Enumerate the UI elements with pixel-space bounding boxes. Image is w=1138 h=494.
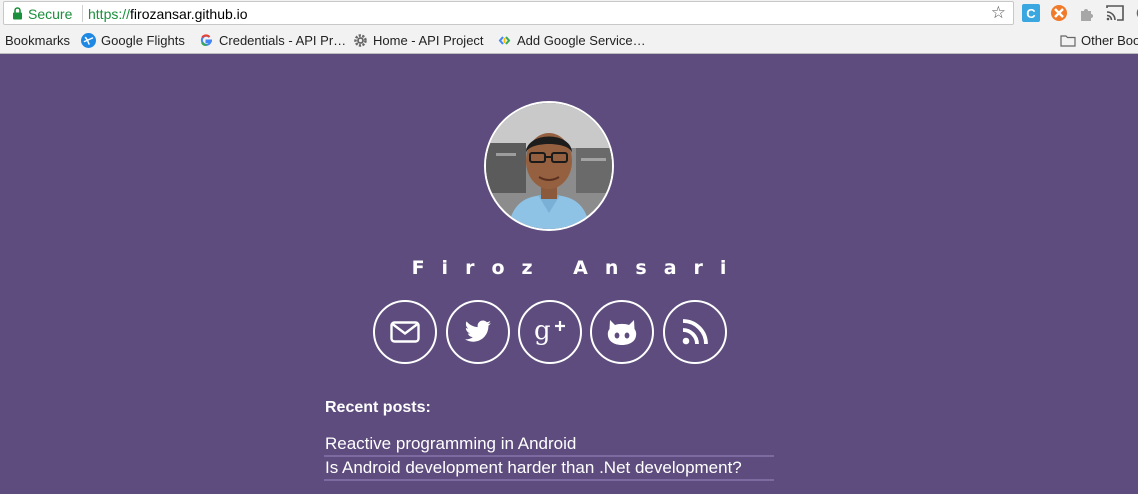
github-icon (607, 320, 637, 345)
bookmarks-label-text: Bookmarks (5, 33, 71, 48)
twitter-button[interactable] (446, 300, 510, 364)
puzzle-extension-icon[interactable] (1078, 4, 1096, 22)
post-link[interactable]: Is Android development harder than .Net … (324, 457, 774, 481)
google-plus-icon: g (534, 317, 565, 346)
c-extension-icon[interactable]: C (1022, 4, 1040, 22)
rss-button[interactable] (663, 300, 727, 364)
bookmarks-label[interactable]: Bookmarks (5, 33, 70, 48)
star-outline-icon[interactable]: ☆ (991, 4, 1006, 22)
profile-name: Firoz Ansari (411, 257, 744, 279)
security-label: Secure (28, 6, 73, 22)
url-scheme: https:// (88, 6, 131, 22)
rss-icon (682, 319, 708, 345)
flights-icon (81, 33, 96, 48)
bookmark-home-api-project[interactable]: Home - API Project (353, 33, 484, 48)
bookmark-add-google-services[interactable]: Add Google Service… (497, 33, 646, 48)
bookmark-label: Google Flights (101, 33, 185, 48)
bookmark-label: Credentials - API Pr… (219, 33, 347, 48)
bookmark-google-flights[interactable]: Google Flights (81, 33, 185, 48)
orange-extension-icon[interactable] (1050, 4, 1068, 22)
svg-text:g: g (534, 317, 551, 346)
google-icon (200, 34, 213, 46)
svg-text:C: C (1026, 6, 1036, 21)
folder-icon (1060, 35, 1076, 47)
browser-toolbar: Secure https://firozansar.github.io ☆ C (0, 0, 1138, 27)
url-text[interactable]: https://firozansar.github.io (88, 6, 248, 22)
bookmark-label: Home - API Project (373, 33, 484, 48)
cast-icon[interactable] (1106, 4, 1124, 22)
google-services-icon (498, 36, 511, 45)
bookmarks-bar: Bookmarks Google Flights Credentials - A… (0, 27, 1138, 54)
other-bookmarks-label: Other Boo (1081, 33, 1138, 48)
gear-icon (354, 34, 367, 47)
post-link[interactable]: Reactive programming in Android (324, 433, 774, 457)
github-button[interactable] (590, 300, 654, 364)
avatar (484, 101, 614, 231)
profile-photo (486, 103, 612, 229)
divider (82, 5, 83, 22)
page-content: Firoz Ansari g Recent posts: Reactive pr… (0, 55, 1138, 494)
envelope-icon (390, 321, 420, 343)
twitter-icon (464, 320, 491, 342)
lock-icon (13, 7, 22, 20)
url-host: firozansar.github.io (130, 6, 248, 22)
address-bar[interactable]: Secure https://firozansar.github.io ☆ (3, 1, 1014, 25)
bookmark-label: Add Google Service… (517, 33, 646, 48)
bookmark-credentials[interactable]: Credentials - API Pr… (199, 33, 346, 48)
recent-posts-heading: Recent posts: (325, 399, 431, 416)
google-plus-button[interactable]: g (518, 300, 582, 364)
email-button[interactable] (373, 300, 437, 364)
other-bookmarks[interactable]: Other Boo (1060, 33, 1138, 48)
menu-icon[interactable] (1131, 4, 1138, 22)
